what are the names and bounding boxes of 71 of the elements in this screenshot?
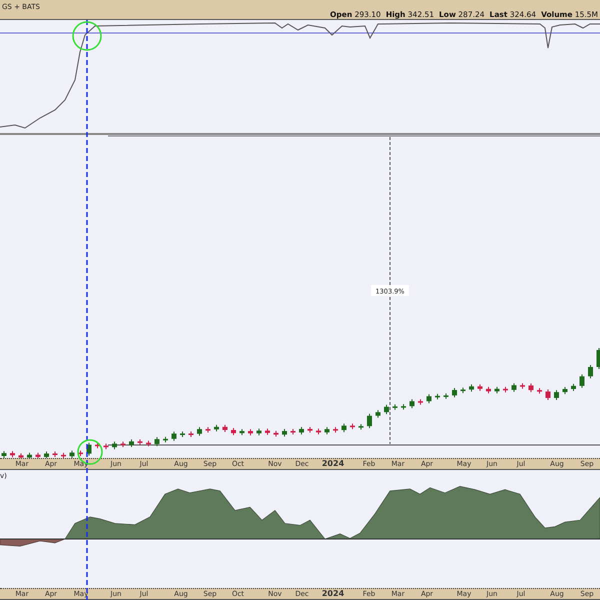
candlestick: [163, 436, 168, 443]
candlestick: [546, 389, 550, 400]
candlestick: [188, 431, 194, 438]
candlestick: [486, 386, 491, 394]
candlestick: [410, 398, 414, 409]
candlestick: [452, 388, 457, 398]
candlestick: [537, 388, 542, 394]
candlestick: [333, 426, 338, 434]
candlestick: [494, 386, 500, 394]
candlestick: [384, 404, 389, 415]
highlight-circle: [72, 21, 102, 51]
candlestick: [290, 428, 296, 436]
candlestick: [10, 450, 15, 458]
candlestick: [180, 431, 185, 438]
candlestick: [61, 452, 66, 458]
candlestick: [78, 450, 83, 457]
candlestick: [376, 410, 380, 418]
candlestick: [274, 430, 278, 438]
candlestick: [588, 364, 593, 379]
candlestick: [256, 428, 262, 436]
candlestick: [571, 383, 576, 392]
candlestick: [392, 404, 398, 410]
candlestick: [197, 426, 202, 436]
candlestick: [240, 428, 244, 436]
candlestick: [248, 428, 253, 436]
candlestick: [299, 426, 304, 435]
candlestick: [444, 392, 448, 400]
candlestick: [27, 452, 32, 458]
candlestick: [554, 390, 559, 400]
candlestick: [401, 404, 406, 410]
candlestick: [154, 436, 160, 447]
candlestick: [478, 384, 482, 392]
candlestick: [426, 394, 432, 404]
candlestick: [503, 386, 508, 393]
candlestick: [562, 386, 568, 395]
candlestick: [596, 348, 600, 370]
candlestick: [138, 438, 142, 446]
candlestick: [129, 438, 134, 448]
candlestick: [520, 382, 525, 390]
candlestick: [418, 398, 423, 406]
candlestick: [95, 442, 100, 449]
candlestick: [308, 426, 312, 434]
candlestick: [435, 393, 440, 400]
candlestick: [265, 428, 270, 436]
candlestick: [146, 440, 151, 447]
candlestick: [222, 424, 228, 432]
candlestick: [36, 452, 40, 458]
axis-label: 2024: [322, 589, 344, 598]
candlestick: [214, 424, 219, 432]
candlestick: [172, 431, 176, 442]
candlestick: [358, 424, 364, 430]
candlestick: [52, 451, 58, 458]
candlestick: [580, 374, 584, 388]
candlestick: [206, 426, 210, 434]
candlestick: [528, 383, 534, 393]
candlestick: [469, 384, 474, 392]
axis-label: 2024: [322, 459, 344, 468]
candlestick: [2, 450, 6, 458]
candlestick: [324, 426, 330, 435]
candlestick: [231, 428, 236, 436]
candlestick: [282, 428, 287, 438]
candlestick: [350, 423, 355, 430]
candlestick: [104, 443, 108, 450]
candlestick: [367, 413, 372, 429]
candlestick: [512, 382, 516, 392]
candlestick: [112, 441, 117, 450]
candlestick: [120, 441, 126, 448]
candlestick: [316, 428, 321, 435]
candlestick: [342, 423, 346, 433]
candlestick: [460, 387, 466, 394]
candlestick: [86, 442, 92, 456]
